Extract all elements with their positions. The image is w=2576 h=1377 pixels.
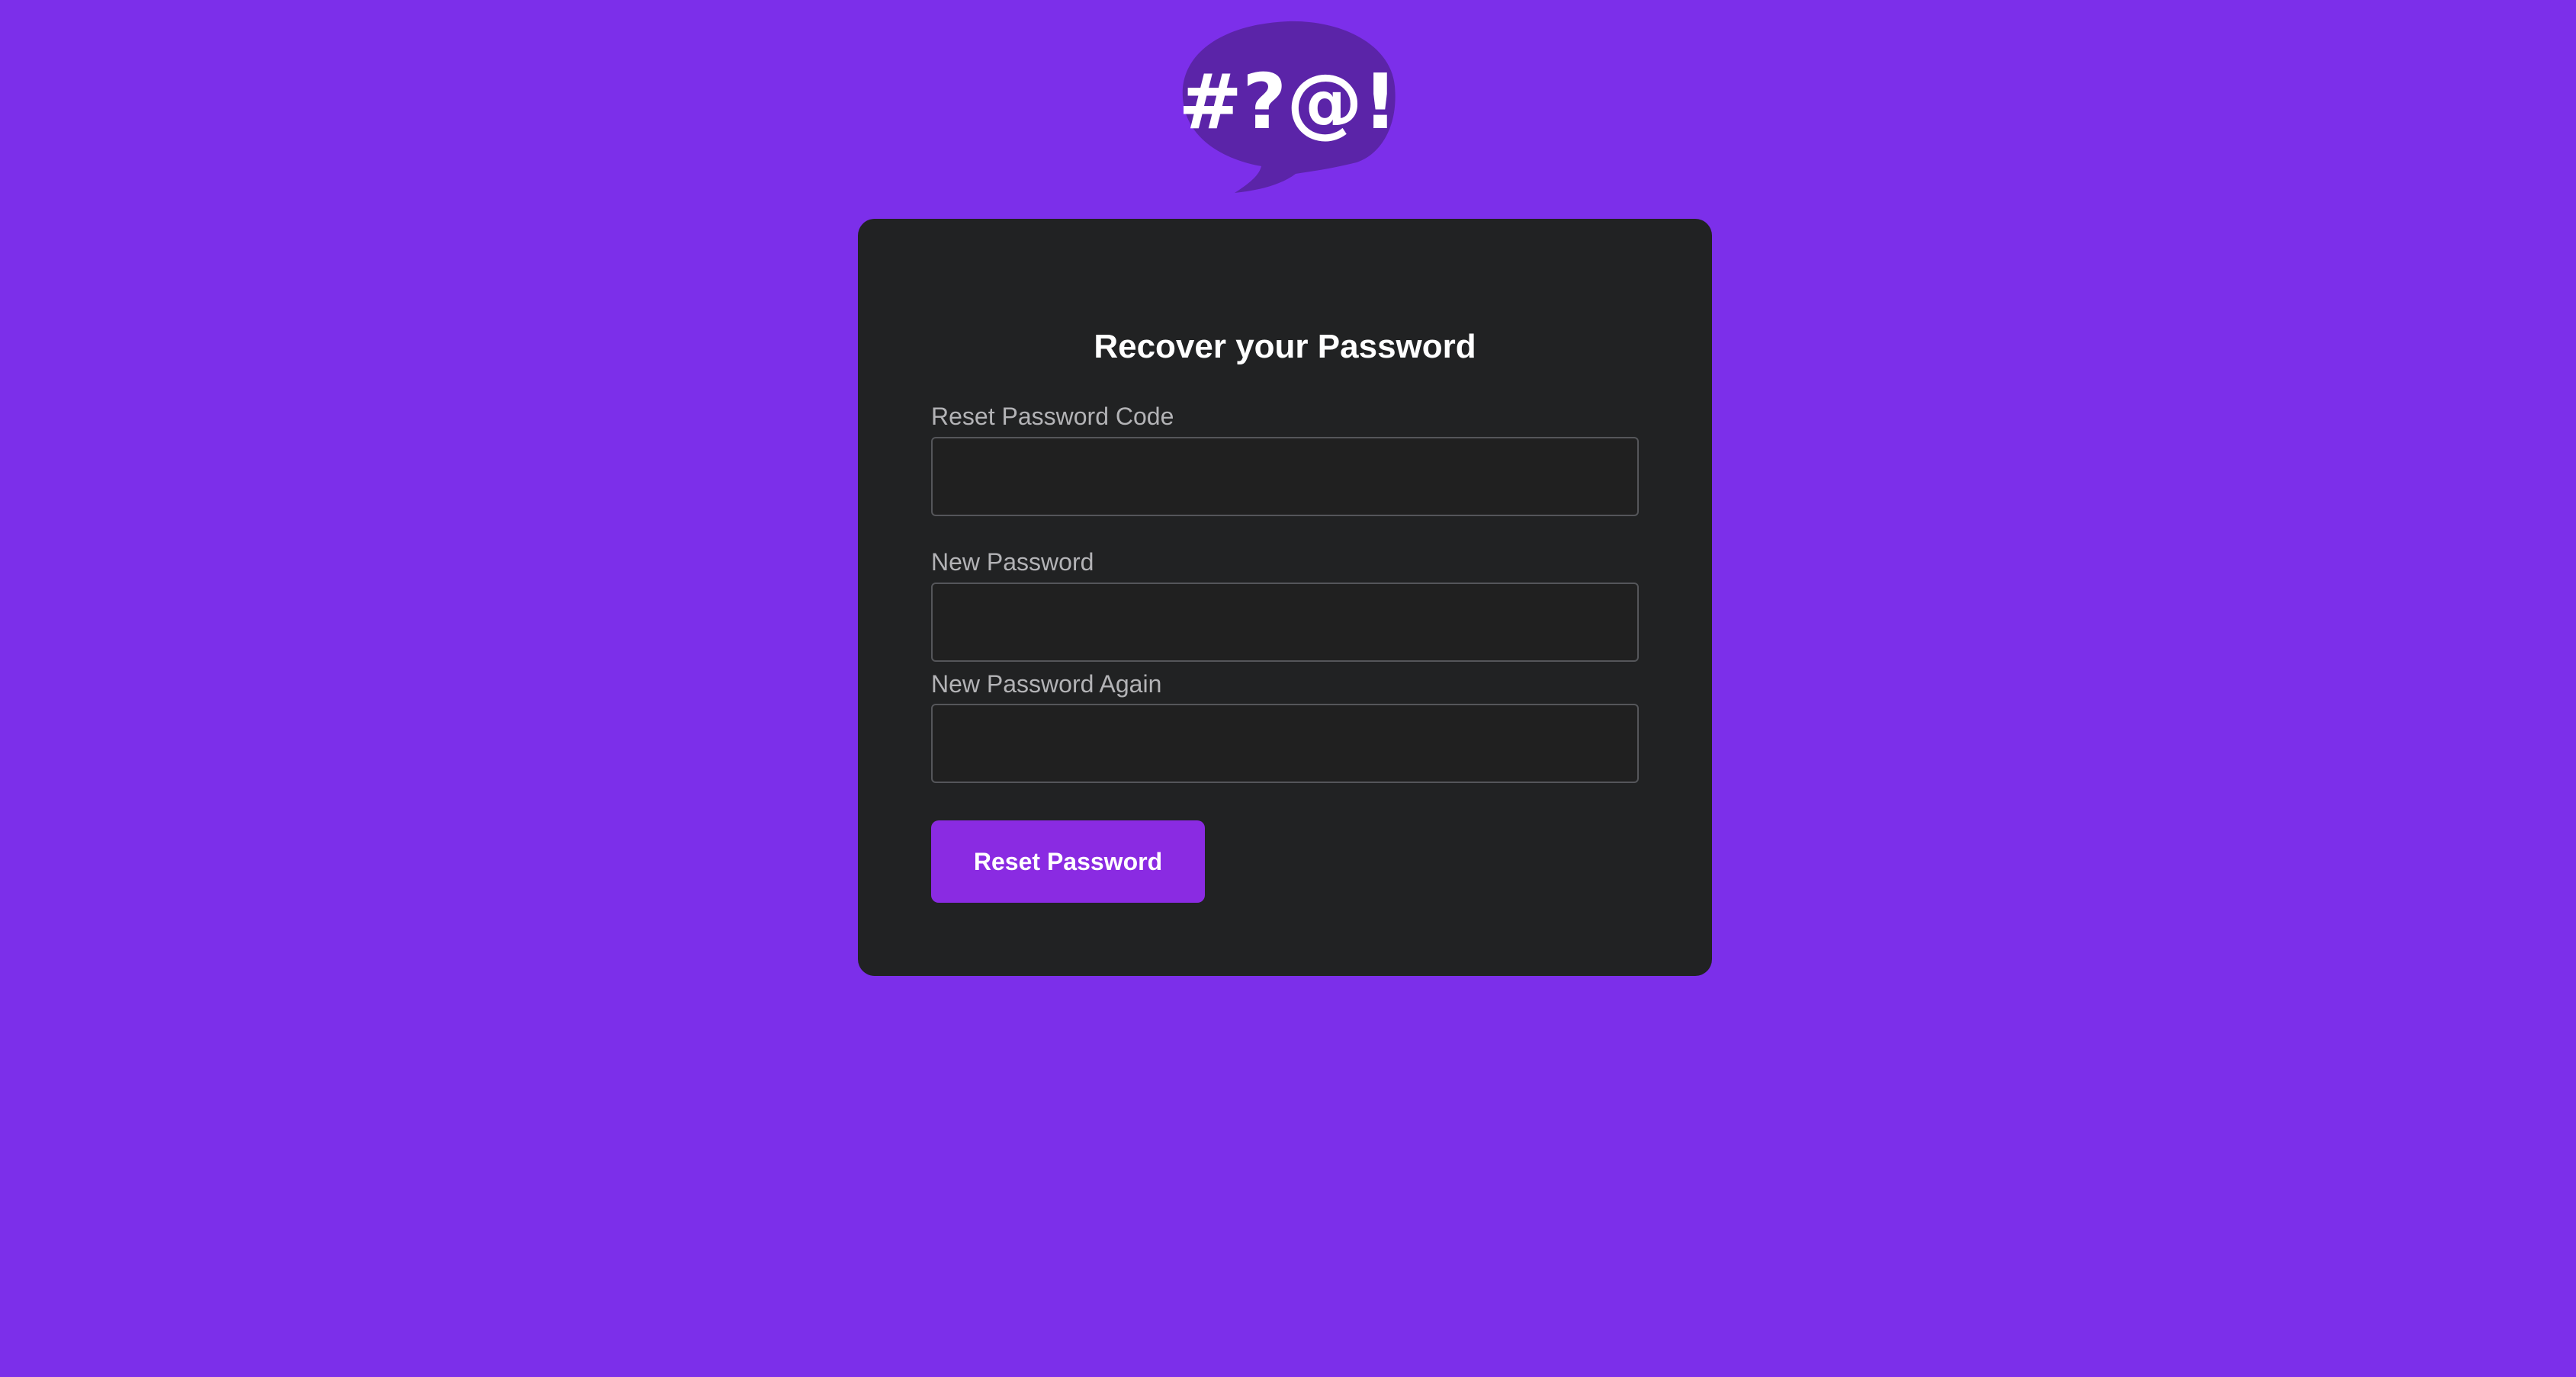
- new-password-again-label: New Password Again: [931, 670, 1162, 698]
- recover-password-card: Recover your Password Reset Password Cod…: [858, 219, 1712, 976]
- recover-password-page: #?@! Recover your Password Reset Passwor…: [0, 0, 2576, 1377]
- reset-code-input[interactable]: [931, 437, 1639, 516]
- logo-glyphs: #?@!: [1178, 57, 1397, 146]
- new-password-input[interactable]: [931, 583, 1639, 662]
- page-title: Recover your Password: [1094, 328, 1476, 365]
- new-password-label: New Password: [931, 548, 1094, 576]
- new-password-again-input[interactable]: [931, 704, 1639, 783]
- app-logo: #?@!: [1174, 14, 1402, 197]
- speech-bubble-logo-icon: #?@!: [1178, 21, 1398, 193]
- reset-password-button[interactable]: Reset Password: [931, 820, 1205, 903]
- reset-code-label: Reset Password Code: [931, 403, 1174, 430]
